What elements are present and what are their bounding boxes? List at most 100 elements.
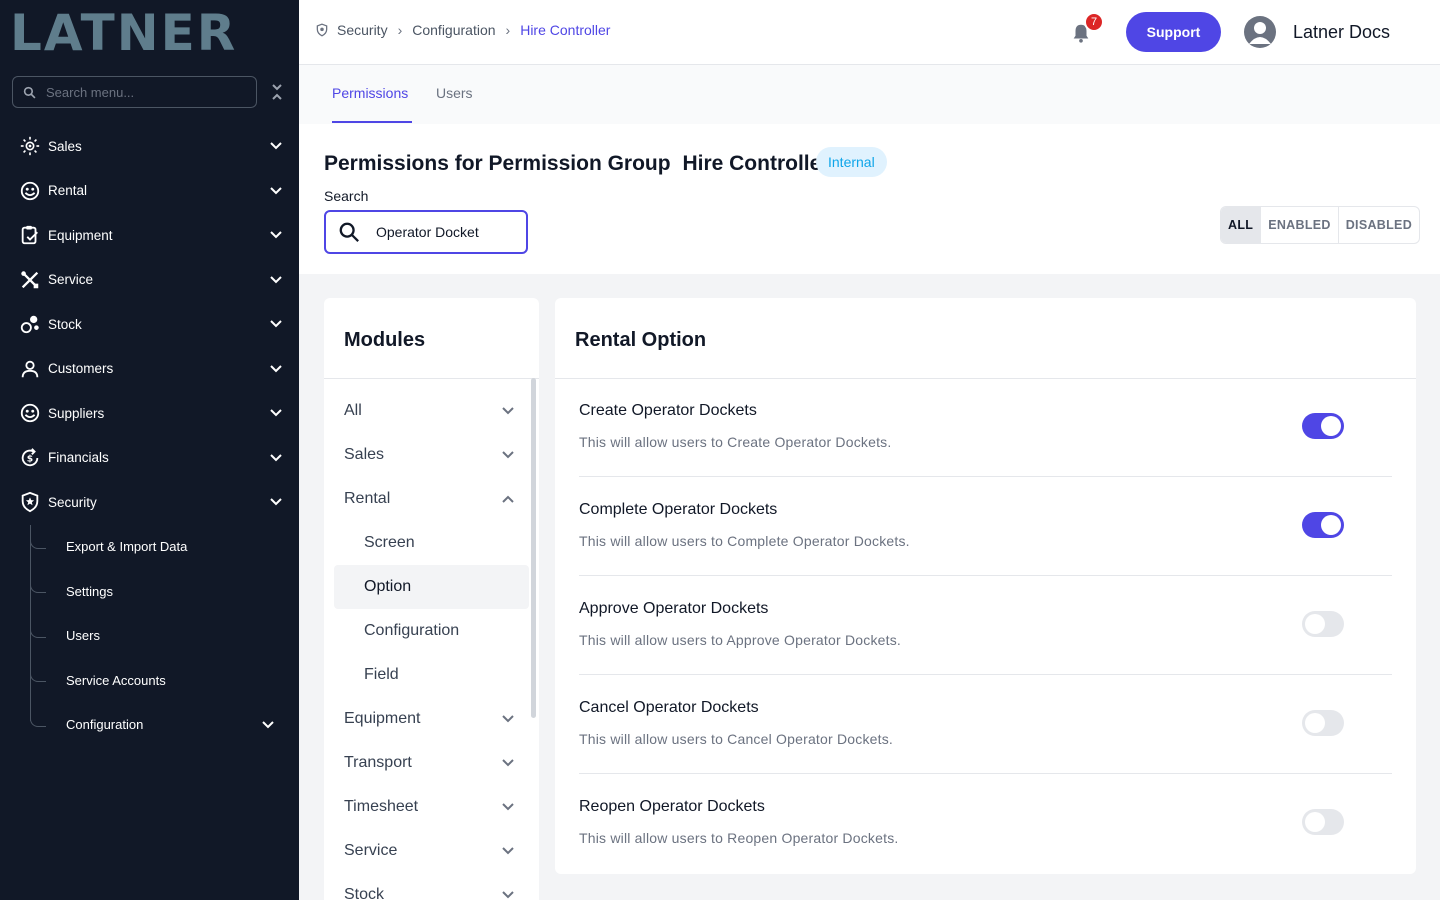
filter-all[interactable]: ALL (1221, 207, 1261, 243)
sidebar-item-label: Equipment (48, 227, 113, 243)
status-badge: Internal (816, 147, 887, 177)
chevron-down-icon (270, 409, 282, 417)
sidebar-subitem-users[interactable]: Users (0, 614, 299, 659)
sidebar-subitem-configuration[interactable]: Configuration (0, 703, 299, 748)
toggle-knob (1305, 614, 1325, 634)
collapse-sidebar-icon[interactable] (268, 80, 286, 104)
module-subitem-field[interactable]: Field (324, 653, 539, 697)
active-tab-indicator (332, 121, 412, 123)
sidebar-item-rental[interactable]: Rental (0, 169, 299, 214)
chevron-down-icon (502, 407, 514, 415)
permission-toggle[interactable] (1302, 413, 1344, 439)
user-name[interactable]: Latner Docs (1293, 22, 1390, 43)
stock-icon (18, 312, 42, 336)
sidebar-subitem-settings[interactable]: Settings (0, 569, 299, 614)
chevron-down-icon (270, 231, 282, 239)
avatar[interactable] (1244, 16, 1276, 48)
module-subitem-configuration[interactable]: Configuration (324, 609, 539, 653)
sidebar-item-suppliers[interactable]: Suppliers (0, 391, 299, 436)
module-item-equipment[interactable]: Equipment (324, 697, 539, 741)
sidebar-item-label: Security (48, 494, 97, 510)
search-label: Search (324, 188, 369, 204)
permission-title: Complete Operator Dockets (579, 501, 778, 518)
permission-description: This will allow users to Approve Operato… (579, 632, 902, 648)
sidebar-item-customers[interactable]: Customers (0, 347, 299, 392)
permission-description: This will allow users to Cancel Operator… (579, 731, 894, 747)
permission-toggle[interactable] (1302, 809, 1344, 835)
chevron-down-icon (270, 365, 282, 373)
sidebar-subitem-export-import[interactable]: Export & Import Data (0, 525, 299, 570)
sidebar: LATNER Sales Rental Equipment Service (0, 0, 299, 900)
permission-search (324, 210, 528, 254)
permission-row: Create Operator Dockets This will allow … (579, 378, 1392, 477)
sidebar-item-equipment[interactable]: Equipment (0, 213, 299, 258)
module-item-all[interactable]: All (324, 389, 539, 433)
tree-branch (30, 625, 46, 638)
permission-row: Approve Operator Dockets This will allow… (579, 576, 1392, 675)
module-item-timesheet[interactable]: Timesheet (324, 785, 539, 829)
tree-branch (30, 581, 46, 593)
shield-icon (18, 490, 42, 514)
sales-icon (18, 134, 42, 158)
sidebar-subitem-label: Export & Import Data (66, 539, 188, 555)
sidebar-item-label: Suppliers (48, 405, 105, 421)
support-button[interactable]: Support (1126, 12, 1221, 52)
chevron-down-icon (270, 320, 282, 328)
permission-toggle[interactable] (1302, 710, 1344, 736)
sidebar-nav: Sales Rental Equipment Service Stock Cus… (0, 124, 299, 747)
topbar: Security › Configuration › Hire Controll… (299, 0, 1440, 65)
filter-disabled[interactable]: DISABLED (1337, 207, 1419, 243)
module-label: All (344, 402, 362, 419)
sidebar-item-stock[interactable]: Stock (0, 302, 299, 347)
modules-scrollbar[interactable] (531, 378, 536, 718)
breadcrumb-hire-controller[interactable]: Hire Controller (520, 22, 610, 38)
module-label: Sales (344, 446, 385, 463)
toggle-knob (1321, 515, 1341, 535)
shield-icon (316, 23, 328, 37)
module-subitem-screen[interactable]: Screen (324, 521, 539, 565)
permission-toggle[interactable] (1302, 512, 1344, 538)
permission-title: Cancel Operator Dockets (579, 699, 759, 716)
module-item-service[interactable]: Service (324, 829, 539, 873)
sidebar-item-financials[interactable]: $ Financials (0, 436, 299, 481)
security-submenu: Export & Import Data Settings Users Serv… (0, 524, 299, 748)
financials-icon: $ (18, 446, 42, 470)
module-item-sales[interactable]: Sales (324, 433, 539, 477)
menu-search (12, 76, 257, 108)
sidebar-item-security[interactable]: Security (0, 480, 299, 525)
breadcrumb-security[interactable]: Security (337, 22, 388, 38)
chevron-right-icon: › (505, 22, 511, 38)
page-title-prefix: Permissions for Permission Group (324, 152, 671, 175)
notification-badge: 7 (1084, 12, 1104, 32)
service-icon (18, 268, 42, 292)
sidebar-item-service[interactable]: Service (0, 258, 299, 303)
chevron-right-icon: › (397, 22, 403, 38)
module-label: Equipment (344, 710, 421, 727)
chevron-down-icon (262, 721, 274, 729)
chevron-down-icon (502, 803, 514, 811)
menu-search-input[interactable] (46, 84, 236, 100)
module-item-stock[interactable]: Stock (324, 873, 539, 900)
sidebar-item-sales[interactable]: Sales (0, 124, 299, 169)
breadcrumb-configuration[interactable]: Configuration (412, 22, 495, 38)
module-item-rental[interactable]: Rental (324, 477, 539, 521)
modules-title: Modules (344, 329, 426, 351)
modules-panel: Modules All Sales Rental Screen Option C… (324, 298, 539, 900)
suppliers-icon (18, 401, 42, 425)
chevron-down-icon (502, 759, 514, 767)
module-subitem-option[interactable]: Option (334, 565, 529, 609)
rental-icon (18, 179, 42, 203)
permission-toggle[interactable] (1302, 611, 1344, 637)
latner-logo[interactable]: LATNER (10, 10, 280, 54)
search-input[interactable] (376, 224, 516, 240)
filter-enabled[interactable]: ENABLED (1260, 207, 1338, 243)
sidebar-subitem-service-accounts[interactable]: Service Accounts (0, 658, 299, 703)
tab-bar: Permissions Users (299, 65, 1440, 124)
search-icon (23, 86, 36, 98)
permission-title: Create Operator Dockets (579, 402, 757, 419)
permission-row: Cancel Operator Dockets This will allow … (579, 675, 1392, 774)
chevron-down-icon (270, 187, 282, 195)
tab-permissions[interactable]: Permissions (332, 85, 408, 101)
module-item-transport[interactable]: Transport (324, 741, 539, 785)
tab-users[interactable]: Users (436, 85, 473, 101)
